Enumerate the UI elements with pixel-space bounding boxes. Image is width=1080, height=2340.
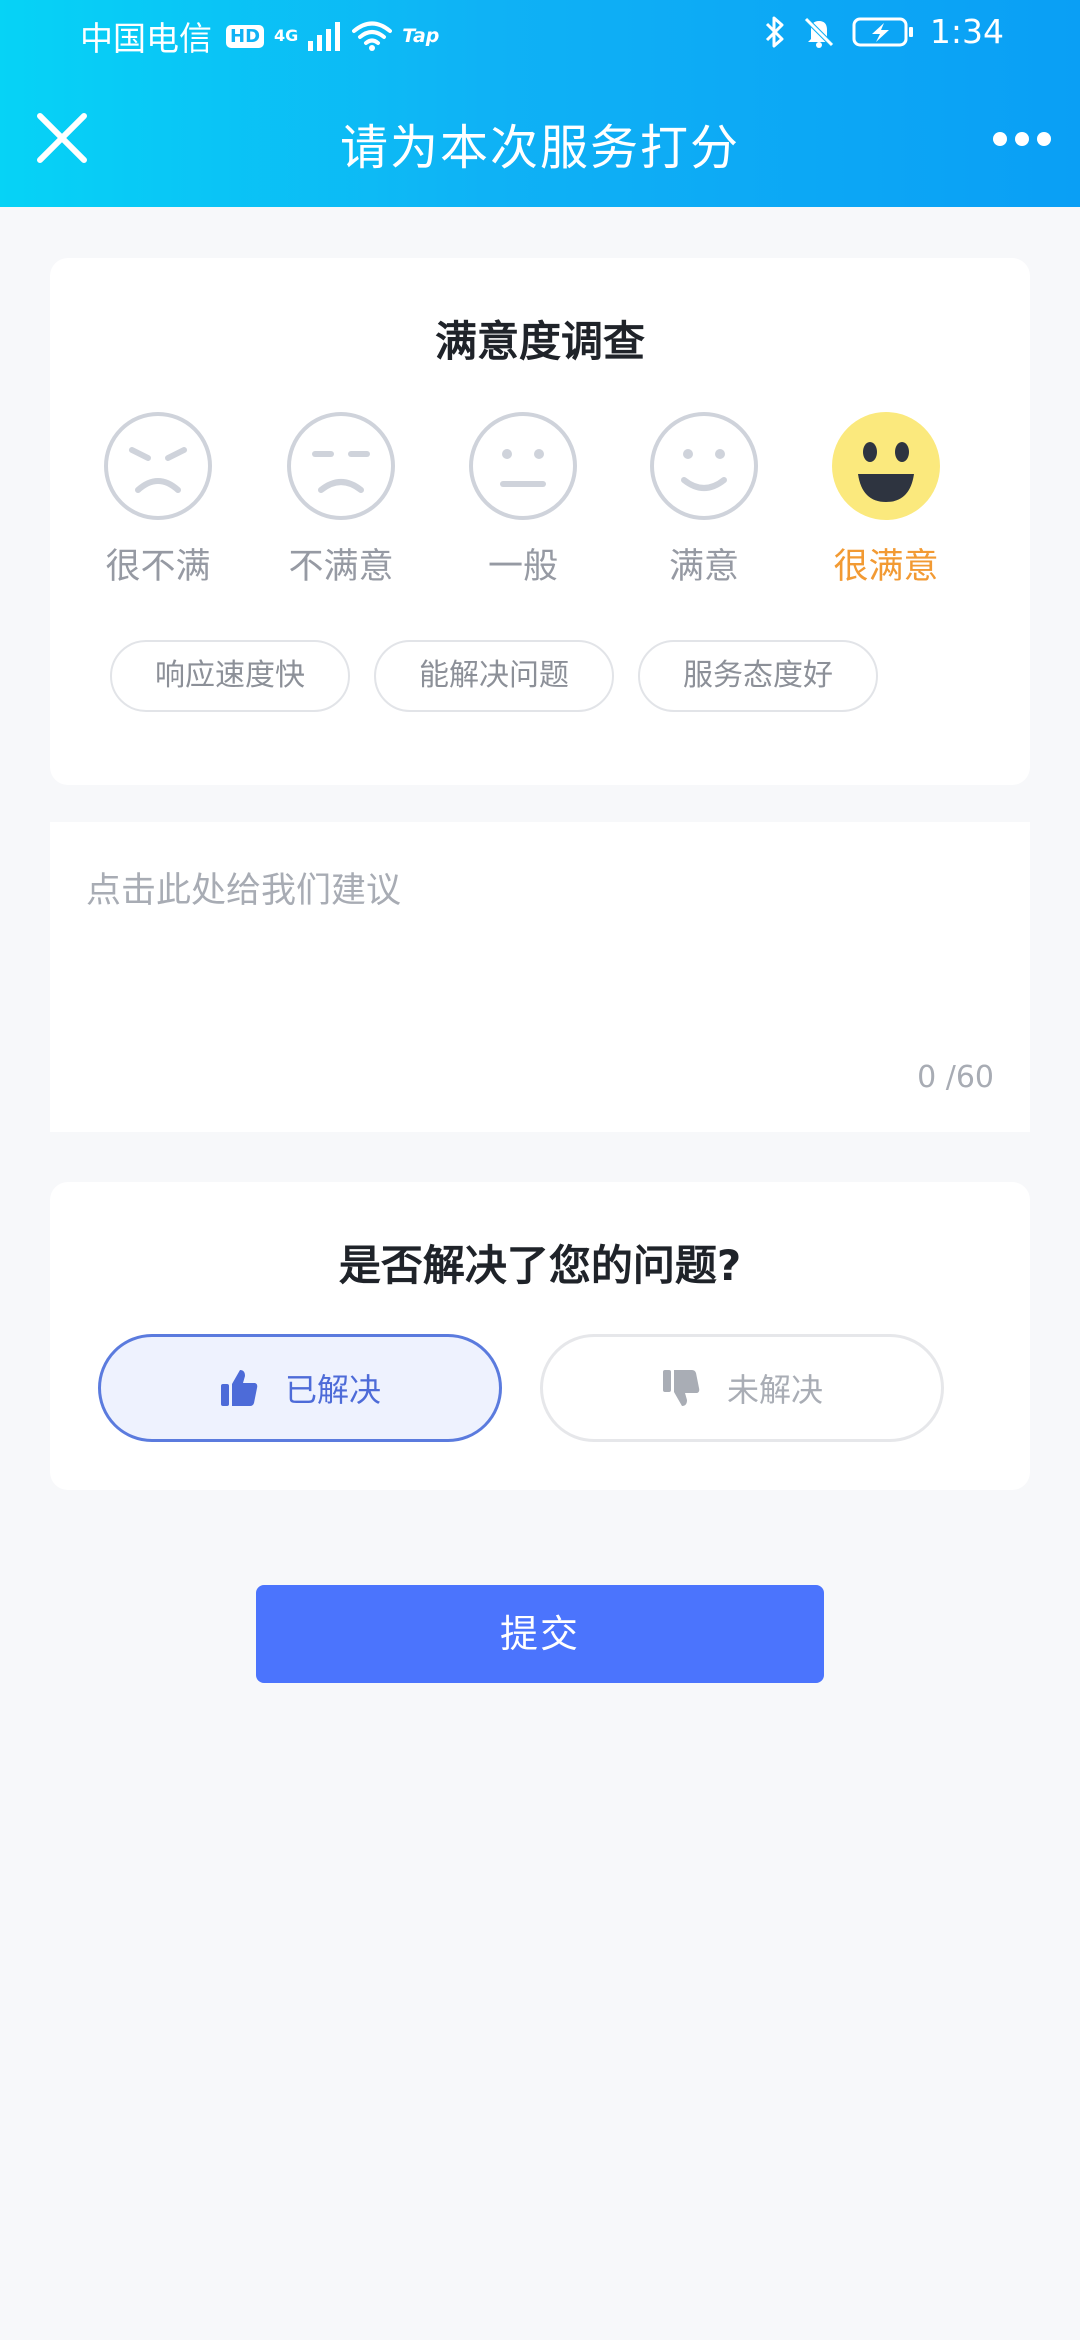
- bluetooth-icon: [765, 16, 784, 47]
- status-right: 1:34: [764, 12, 1004, 51]
- face-option-very-dissatisfied[interactable]: 很不满: [78, 410, 238, 610]
- face-option-dissatisfied[interactable]: 不满意: [261, 410, 421, 610]
- thumbs-down-icon: [662, 1370, 700, 1406]
- signal-icon: [308, 22, 341, 51]
- more-dot-icon: [1015, 132, 1029, 146]
- battery-icon: [852, 17, 913, 46]
- hd-badge: HD: [226, 24, 265, 48]
- smile-face-icon: [650, 412, 758, 520]
- char-counter: 0 /60: [917, 1060, 994, 1095]
- more-dot-icon: [993, 132, 1007, 146]
- submit-button[interactable]: 提交: [256, 1585, 824, 1683]
- face-label: 一般: [487, 547, 558, 587]
- face-label: 很不满: [105, 547, 211, 587]
- nav-bar: 请为本次服务打分: [0, 72, 1080, 207]
- grin-face-icon: [832, 412, 940, 520]
- face-option-neutral[interactable]: 一般: [443, 410, 603, 610]
- carrier-name: 中国电信: [80, 19, 212, 58]
- sad-face-icon: [287, 412, 395, 520]
- tag-option[interactable]: 服务态度好: [638, 640, 878, 712]
- page-title: 请为本次服务打分: [339, 120, 740, 176]
- clock: 1:34: [929, 12, 1004, 51]
- face-option-very-satisfied[interactable]: 很满意: [806, 410, 966, 610]
- resolved-title: 是否解决了您的问题?: [338, 1241, 742, 1290]
- resolved-yes-label: 已解决: [284, 1371, 381, 1409]
- network-type: 4G: [274, 26, 299, 45]
- angry-face-icon: [104, 412, 212, 520]
- suggestion-card: 0 /60: [50, 822, 1030, 1132]
- status-left: 中国电信 HD 4G Tap: [80, 12, 439, 60]
- rating-faces: 很不满 不满意 一般 满意 很满意: [50, 410, 1030, 610]
- thumbs-up-icon: [220, 1370, 258, 1406]
- tap-indicator: Tap: [402, 25, 440, 47]
- face-label: 满意: [668, 547, 739, 587]
- bell-mute-icon: [804, 16, 834, 48]
- resolved-no-label: 未解决: [726, 1371, 823, 1409]
- resolved-card: 是否解决了您的问题? 已解决 未解决: [50, 1182, 1030, 1490]
- tag-option[interactable]: 能解决问题: [374, 640, 614, 712]
- header: 中国电信 HD 4G Tap 1:34 请为本次服务打分: [0, 0, 1080, 207]
- face-label: 不满意: [288, 547, 394, 587]
- resolved-no-button[interactable]: 未解决: [540, 1334, 944, 1442]
- resolved-yes-button[interactable]: 已解决: [98, 1334, 502, 1442]
- tag-option[interactable]: 响应速度快: [110, 640, 350, 712]
- wifi-icon: [352, 21, 393, 51]
- face-label-selected: 很满意: [833, 547, 939, 587]
- status-bar: 中国电信 HD 4G Tap 1:34: [0, 0, 1080, 72]
- more-button[interactable]: [990, 124, 1054, 154]
- survey-title: 满意度调查: [434, 317, 645, 366]
- satisfaction-card: 满意度调查 很不满 不满意 一般 满意 很满意 响应速度快 能解决问题 服务态度…: [50, 258, 1030, 785]
- suggestion-input[interactable]: [86, 862, 986, 1042]
- more-dot-icon: [1037, 132, 1051, 146]
- face-option-satisfied[interactable]: 满意: [624, 410, 784, 610]
- neutral-face-icon: [469, 412, 577, 520]
